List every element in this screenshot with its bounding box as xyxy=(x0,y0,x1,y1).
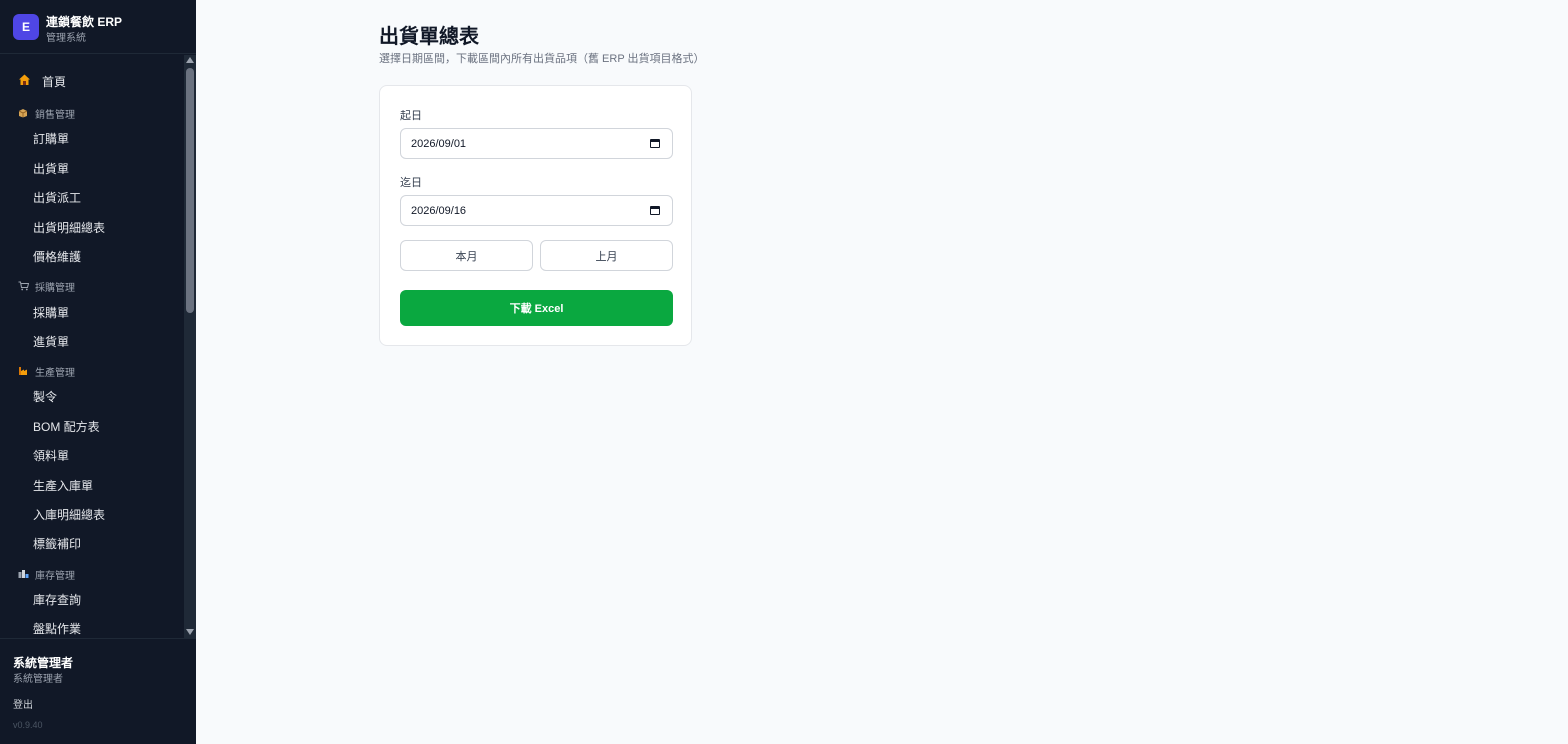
sidebar-item-label: 領料單 xyxy=(33,448,70,463)
calendar-icon[interactable] xyxy=(650,206,660,215)
sidebar-item-purchase-orders[interactable]: 訂購單 xyxy=(0,125,184,151)
sidebar-group-label: 生產管理 xyxy=(35,367,75,379)
sidebar-item-shipping-detail-summary[interactable]: 出貨明細總表 xyxy=(0,214,184,240)
user-name: 系統管理者 xyxy=(13,656,74,670)
sidebar-item-material-requisition[interactable]: 領料單 xyxy=(0,442,184,468)
box-icon xyxy=(18,108,29,118)
sidebar-item-production-receipt[interactable]: 生產入庫單 xyxy=(0,472,184,498)
sidebar-footer: 系統管理者 系統管理者 登出 v0.9.40 xyxy=(0,638,196,744)
sidebar-item-label: 採購單 xyxy=(33,305,70,320)
warehouse-icon xyxy=(18,569,29,579)
sidebar-item-label: BOM 配方表 xyxy=(33,419,100,434)
sidebar-item-inventory-query[interactable]: 庫存查詢 xyxy=(0,586,184,612)
sidebar-item-label: 價格維護 xyxy=(33,249,82,264)
app-version: v0.9.40 xyxy=(13,720,43,730)
sidebar-item-label: 出貨派工 xyxy=(33,190,82,205)
sidebar-item-label: 出貨明細總表 xyxy=(33,220,106,235)
download-excel-button[interactable]: 下載 Excel xyxy=(400,290,673,326)
sidebar-item-label: 生產入庫單 xyxy=(33,478,94,493)
sidebar-item-label: 進貨單 xyxy=(33,334,70,349)
end-date-input[interactable]: 2026/09/16 xyxy=(400,195,673,226)
sidebar-item-receiving-orders[interactable]: 進貨單 xyxy=(0,328,184,354)
scroll-up-arrow-icon[interactable] xyxy=(186,57,194,63)
brand-name: 連鎖餐飲 ERP xyxy=(46,15,123,29)
logout-link[interactable]: 登出 xyxy=(13,696,33,711)
end-date-value: 2026/09/16 xyxy=(411,205,467,217)
sidebar-item-label: 製令 xyxy=(33,389,58,404)
sidebar-item-bom[interactable]: BOM 配方表 xyxy=(0,413,184,439)
page-subtitle: 選擇日期區間，下載區間內所有出貨品項（舊 ERP 出貨項目格式） xyxy=(379,53,705,65)
start-date-label: 起日 xyxy=(400,110,422,122)
brand-header: E 連鎖餐飲 ERP 管理系統 xyxy=(0,0,196,54)
start-date-input[interactable]: 2026/09/01 xyxy=(400,128,673,159)
sidebar-item-procurement-orders[interactable]: 採購單 xyxy=(0,299,184,325)
calendar-icon[interactable] xyxy=(650,139,660,148)
end-date-label: 迄日 xyxy=(400,177,422,189)
sidebar-item-label: 盤點作業 xyxy=(33,621,82,636)
start-date-value: 2026/09/01 xyxy=(411,138,467,150)
brand-subtitle: 管理系統 xyxy=(46,33,86,44)
last-month-button[interactable]: 上月 xyxy=(540,240,673,271)
sidebar-group-label: 銷售管理 xyxy=(35,109,75,121)
sidebar-group-inventory: 庫存管理 xyxy=(0,565,184,583)
factory-icon xyxy=(18,366,29,376)
sidebar-item-label: 訂購單 xyxy=(33,131,70,146)
sidebar-item-label: 首頁 xyxy=(42,74,67,89)
sidebar-nav: 首頁 銷售管理 訂購單 出貨單 出貨派工 出貨明細總表 價格維護 採購管理 採購… xyxy=(0,55,184,638)
sidebar-item-stocktaking[interactable]: 盤點作業 xyxy=(0,615,184,638)
sidebar-item-label-reprint[interactable]: 標籤補印 xyxy=(0,530,184,556)
sidebar-item-receipt-detail-summary[interactable]: 入庫明細總表 xyxy=(0,501,184,527)
sidebar-item-label: 標籤補印 xyxy=(33,536,82,551)
scrollbar-thumb[interactable] xyxy=(186,68,194,313)
sidebar-item-label: 出貨單 xyxy=(33,161,70,176)
cart-icon xyxy=(18,281,30,291)
sidebar-item-shipping-dispatch[interactable]: 出貨派工 xyxy=(0,184,184,210)
sidebar-item-label: 入庫明細總表 xyxy=(33,507,106,522)
sidebar-item-price-maintenance[interactable]: 價格維護 xyxy=(0,243,184,269)
user-role: 系統管理者 xyxy=(13,674,63,685)
house-icon xyxy=(18,73,31,89)
page-title: 出貨單總表 xyxy=(379,26,479,48)
brand-logo: E xyxy=(13,14,39,40)
sidebar-group-sales: 銷售管理 xyxy=(0,104,184,122)
sidebar-item-work-orders[interactable]: 製令 xyxy=(0,383,184,409)
sidebar-group-production: 生產管理 xyxy=(0,362,184,380)
sidebar-group-label: 庫存管理 xyxy=(35,570,75,582)
this-month-button[interactable]: 本月 xyxy=(400,240,533,271)
sidebar-item-home[interactable]: 首頁 xyxy=(0,68,184,94)
scroll-down-arrow-icon[interactable] xyxy=(186,629,194,635)
export-card: 起日 2026/09/01 迄日 2026/09/16 本月 上月 下載 Exc… xyxy=(379,85,692,346)
sidebar-group-label: 採購管理 xyxy=(35,282,75,294)
sidebar-item-label: 庫存查詢 xyxy=(33,592,82,607)
sidebar: E 連鎖餐飲 ERP 管理系統 首頁 銷售管理 訂購單 出貨單 出貨派工 出貨明… xyxy=(0,0,196,744)
sidebar-item-shipping-orders[interactable]: 出貨單 xyxy=(0,155,184,181)
sidebar-group-procurement: 採購管理 xyxy=(0,277,184,295)
